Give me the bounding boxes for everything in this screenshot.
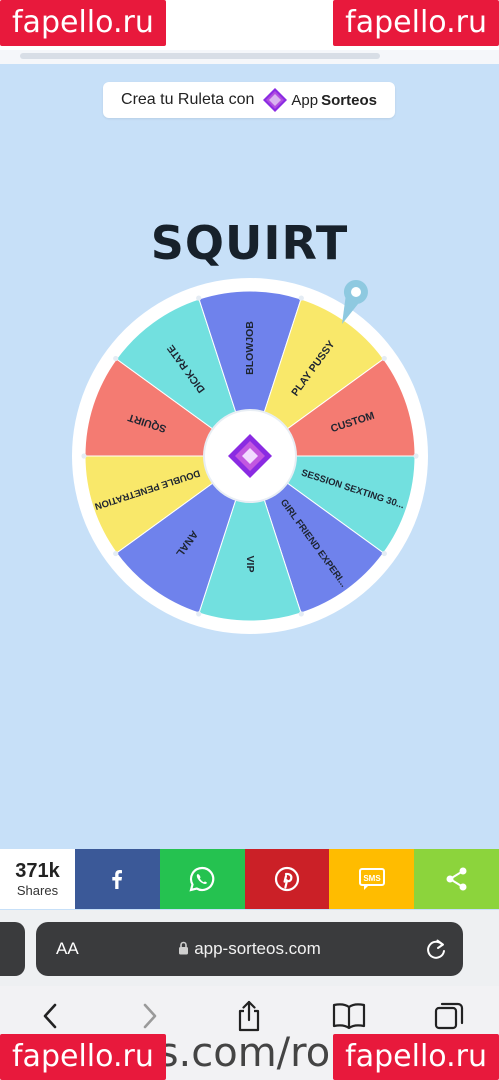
watermark-bottom-left: fapello.ru [0,1034,166,1080]
wheel-rim-dot [298,611,304,617]
watermark-top-left: fapello.ru [0,0,166,46]
url-text: app-sorteos.com [36,939,463,959]
wheel-rim-dot [113,550,119,557]
wheel-rim-dot [113,355,119,362]
wheel-rim-dot [196,611,202,617]
wheel-rim-dot [298,295,304,301]
wheel-rim-dot [81,453,87,459]
url-domain: app-sorteos.com [194,939,321,958]
share-count-label: Shares [16,883,59,898]
wheel-rim-dot [381,550,387,557]
appsorteos-icon [263,88,288,112]
facebook-share-button[interactable] [75,849,160,909]
wheel-segment-label: BLOWJOB [244,321,256,375]
book-icon [333,1003,366,1030]
appsorteos-logo: App Sorteos [262,87,377,113]
page: Crea tu Ruleta con App Sorteos SQUIRT SQU… [0,0,499,1080]
facebook-icon [112,870,123,889]
wheel-rim-dot [196,295,202,301]
watermark-top-right: fapello.ru [333,0,499,46]
top-strip [0,50,499,64]
sms-icon-label: SMS [363,874,381,883]
brand-suffix: Sorteos [321,91,377,109]
url-field[interactable]: AA app-sorteos.com [36,922,463,976]
whatsapp-icon [189,866,215,892]
pinterest-share-button[interactable] [244,849,330,909]
share-count: 371k Shares [0,849,75,909]
tabs-icon [434,1002,464,1030]
chevron-right-icon [143,1003,156,1029]
wheel[interactable]: SQUIRT DICK RATE BLOWJOB PLAY PUSSY CUSTOM SE… [70,276,430,636]
share-icon [446,867,467,891]
previous-tab-stub[interactable] [0,922,25,976]
wheel-rim-dot [413,453,419,459]
wheel-segment-label: VIP [244,556,256,573]
chevron-left-icon [43,1003,57,1029]
share-bar: 371k Shares SMS [0,849,499,909]
pinterest-icon [274,866,300,892]
whatsapp-share-button[interactable] [159,849,245,909]
reload-icon[interactable] [425,937,447,961]
sms-share-button[interactable]: SMS [329,849,415,909]
share-count-number: 371k [15,860,60,882]
wheel-result-title: SQUIRT [150,216,349,270]
sms-icon: SMS [358,868,385,890]
promo-banner[interactable]: Crea tu Ruleta con App Sorteos [103,82,395,118]
generic-share-button[interactable] [414,849,499,909]
brand-prefix: App [291,91,319,109]
promo-text: Crea tu Ruleta con [121,91,255,108]
watermark-bottom-right: fapello.ru [333,1034,499,1080]
lock-icon [179,941,189,955]
wheel-graphic[interactable]: SQUIRTDICK RATE BLOWJOB PLAY PUSSYCUSTOMSE… [70,276,430,636]
browser-address-bar: AA app-sorteos.com [0,910,499,990]
share-upload-icon [239,1000,260,1032]
wheel-rim-dot [381,355,387,362]
